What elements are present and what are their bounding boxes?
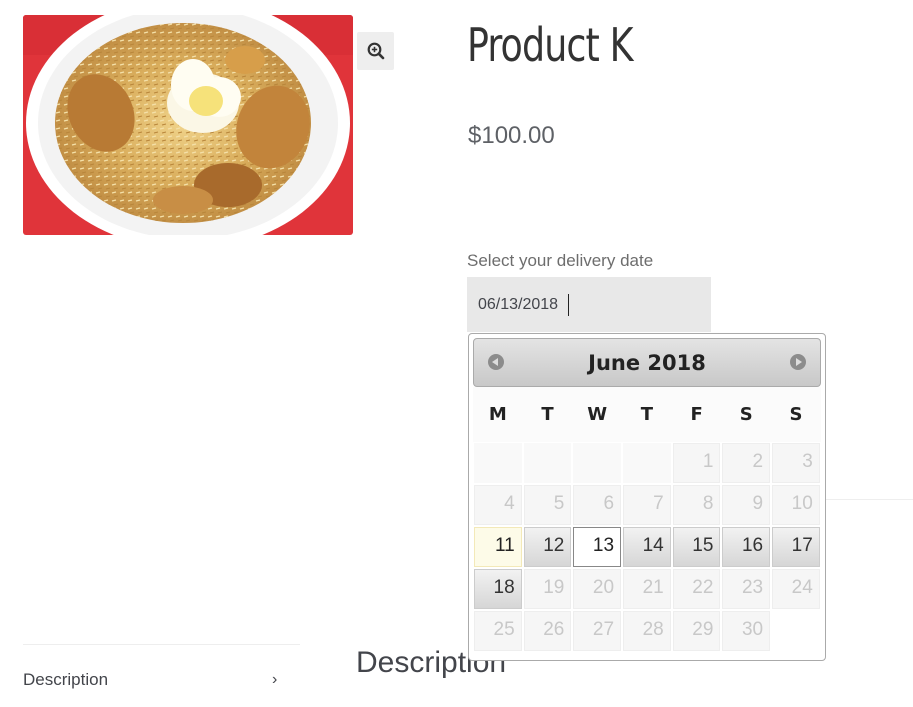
day-cell: 1 — [672, 443, 721, 483]
weekday-label: W — [587, 404, 608, 425]
day-cell: 24 — [772, 569, 820, 609]
day-cell[interactable]: 16 — [722, 527, 771, 567]
day-cell[interactable]: 15 — [672, 527, 721, 567]
day-cell: 5 — [523, 485, 572, 525]
product-title: Product K — [467, 18, 634, 72]
day-cell: 10 — [772, 485, 820, 525]
day-cell: 19 — [523, 569, 572, 609]
datepicker: June 2018 MTWTFSS 1 2 3 4 5 6 7 8 9 10 11 12 13 14 15 1… — [468, 333, 826, 661]
day-cell: 4 — [474, 485, 522, 525]
divider — [23, 644, 300, 645]
circle-arrow-right-icon[interactable] — [790, 354, 806, 370]
delivery-date-input[interactable] — [467, 277, 711, 332]
zoom-button[interactable] — [357, 32, 394, 70]
chevron-right-icon[interactable]: › — [272, 671, 277, 689]
day-cell[interactable]: 17 — [772, 527, 820, 567]
selected-day-cell[interactable]: 13 — [573, 527, 622, 567]
empty-day-cell — [573, 443, 622, 483]
day-cell[interactable]: 14 — [623, 527, 671, 567]
day-cell: 28 — [623, 611, 671, 651]
day-cell: 21 — [623, 569, 671, 609]
weekday-label: M — [488, 404, 507, 425]
weekday-label: T — [640, 404, 654, 425]
day-cell: 6 — [573, 485, 622, 525]
day-cell: 26 — [523, 611, 572, 651]
weekday-label: T — [541, 404, 554, 425]
day-cell: 9 — [722, 485, 771, 525]
day-cell: 27 — [573, 611, 622, 651]
week-row: 18 19 20 21 22 23 24 — [473, 568, 821, 610]
zoom-in-icon — [367, 42, 384, 60]
weekday-label: F — [690, 404, 703, 425]
datepicker-header: June 2018 — [473, 338, 821, 387]
text-cursor — [568, 294, 569, 316]
empty-day-cell — [772, 611, 820, 651]
day-cell[interactable]: 11 — [474, 527, 522, 567]
day-cell: 22 — [672, 569, 721, 609]
day-cell: 30 — [722, 611, 771, 651]
week-row: 11 12 13 14 15 16 17 — [473, 526, 821, 568]
day-cell[interactable]: 12 — [523, 527, 572, 567]
day-cell: 2 — [722, 443, 771, 483]
datepicker-month-title: June 2018 — [588, 350, 706, 375]
datepicker-grid: 1 2 3 4 5 6 7 8 9 10 11 12 13 14 15 16 17 18 19 20 21 22 23 24 2… — [473, 442, 821, 652]
week-row: 4 5 6 7 8 9 10 — [473, 484, 821, 526]
week-row: 25 26 27 28 29 30 — [473, 610, 821, 652]
product-image[interactable] — [23, 15, 353, 235]
empty-day-cell — [474, 443, 522, 483]
day-cell: 25 — [474, 611, 522, 651]
week-row: 123 — [473, 442, 821, 484]
day-cell: 3 — [772, 443, 820, 483]
day-cell: 7 — [623, 485, 671, 525]
empty-day-cell — [623, 443, 671, 483]
weekday-label: S — [789, 404, 803, 425]
day-cell: 29 — [672, 611, 721, 651]
day-cell: 23 — [722, 569, 771, 609]
day-cell[interactable]: 18 — [474, 569, 522, 609]
empty-day-cell — [523, 443, 572, 483]
divider — [820, 499, 913, 500]
product-price: $100.00 — [468, 122, 555, 149]
delivery-date-label: Select your delivery date — [467, 251, 654, 270]
day-cell: 8 — [672, 485, 721, 525]
weekday-header-row: MTWTFSS — [473, 387, 821, 442]
day-cell: 20 — [573, 569, 622, 609]
tab-description[interactable]: Description — [23, 670, 108, 690]
weekday-label: S — [739, 404, 753, 425]
circle-arrow-left-icon[interactable] — [488, 354, 504, 370]
